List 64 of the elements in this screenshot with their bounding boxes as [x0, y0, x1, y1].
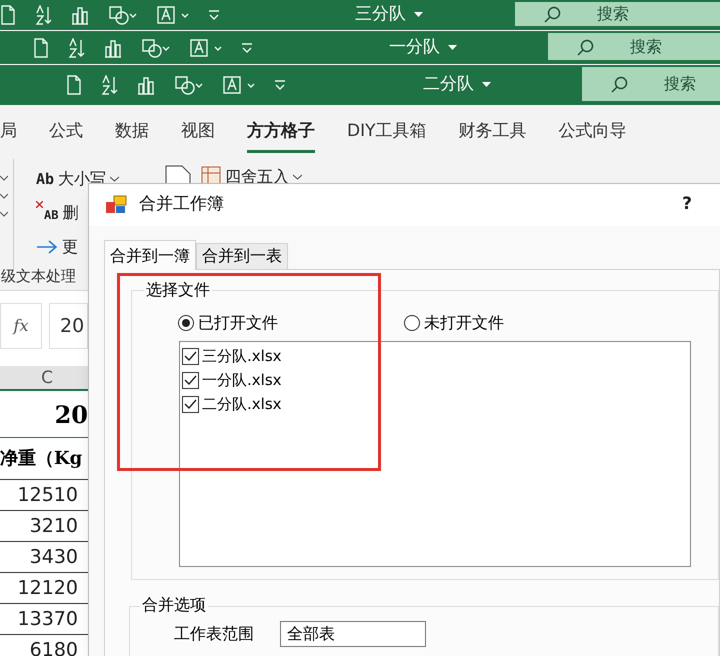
sort-icon[interactable]	[34, 5, 52, 25]
checkbox[interactable]	[182, 372, 199, 388]
search-field[interactable]: 搜索	[515, 2, 720, 26]
file-item[interactable]: 一分队.xlsx	[182, 368, 690, 392]
chart-icon[interactable]	[103, 38, 123, 58]
checkbox[interactable]	[182, 348, 199, 364]
arrow-icon	[36, 240, 58, 254]
ribbon-tab[interactable]: DIY工具箱	[347, 118, 426, 153]
chart-icon[interactable]	[70, 5, 90, 25]
shapes-icon[interactable]	[108, 5, 138, 25]
search-icon	[543, 6, 561, 24]
ribbon-button[interactable]: AB 删	[36, 201, 120, 225]
text-box-icon[interactable]	[189, 38, 223, 58]
window-title[interactable]: 三分队	[355, 2, 423, 28]
dialog-title: 合并工作簿	[139, 193, 224, 216]
file-list[interactable]: 三分队.xlsx 一分队.xlsx 二分队.xlsx	[179, 341, 691, 567]
ribbon-tab[interactable]: 数据	[115, 118, 149, 153]
function-button[interactable]: fx	[0, 303, 42, 349]
search-field[interactable]: 搜索	[582, 67, 720, 101]
range-dropdown[interactable]: 全部表	[280, 621, 426, 647]
formula-field[interactable]: 20	[49, 303, 88, 349]
group-label: 级文本处理	[1, 266, 76, 287]
window-title[interactable]: 一分队	[389, 34, 457, 60]
ribbon-tab[interactable]: 公式向导	[558, 118, 626, 153]
shapes-icon[interactable]	[174, 75, 204, 95]
document-icon[interactable]	[66, 75, 82, 95]
help-button[interactable]: ?	[682, 192, 692, 218]
window-title[interactable]: 二分队	[423, 72, 491, 98]
sort-icon[interactable]	[67, 38, 85, 58]
ribbon-tab[interactable]: 公式	[49, 118, 83, 153]
file-item[interactable]: 三分队.xlsx	[182, 344, 690, 368]
column-header[interactable]: C	[0, 366, 88, 391]
chevron-icon[interactable]	[0, 193, 8, 199]
document-icon[interactable]	[0, 5, 16, 25]
chevron-icon[interactable]	[0, 175, 8, 181]
more-icon[interactable]	[208, 8, 220, 22]
range-label: 工作表范围	[174, 623, 254, 645]
ribbon-tab[interactable]: 财务工具	[458, 118, 526, 153]
shapes-icon[interactable]	[141, 38, 171, 58]
text-box-icon[interactable]	[156, 5, 190, 25]
app-icon	[105, 195, 127, 215]
dialog-tab[interactable]: 合并到一簿	[104, 240, 196, 270]
ribbon-tab[interactable]: 局	[0, 118, 17, 153]
checkbox[interactable]	[182, 396, 199, 412]
ribbon-tab[interactable]: 方方格子	[247, 118, 315, 153]
more-icon[interactable]	[274, 78, 286, 92]
ribbon-tab[interactable]: 视图	[181, 118, 215, 153]
chevron-icon[interactable]	[0, 211, 8, 217]
sort-icon[interactable]	[100, 75, 118, 95]
chart-icon[interactable]	[136, 75, 156, 95]
document-icon[interactable]	[33, 38, 49, 58]
caret-icon	[448, 44, 457, 50]
dialog-tab[interactable]: 合并到一表	[196, 243, 288, 269]
search-icon	[576, 38, 594, 56]
caret-icon	[482, 82, 491, 88]
radio-option[interactable]: 已打开文件	[178, 311, 278, 335]
cross-icon	[36, 201, 43, 208]
search-field[interactable]: 搜索	[548, 33, 720, 60]
more-icon[interactable]	[241, 40, 253, 54]
file-item[interactable]: 二分队.xlsx	[182, 392, 690, 416]
search-icon	[610, 76, 628, 94]
text-box-icon[interactable]	[222, 75, 256, 95]
caret-icon	[414, 12, 423, 18]
radio-option[interactable]: 未打开文件	[404, 311, 504, 335]
